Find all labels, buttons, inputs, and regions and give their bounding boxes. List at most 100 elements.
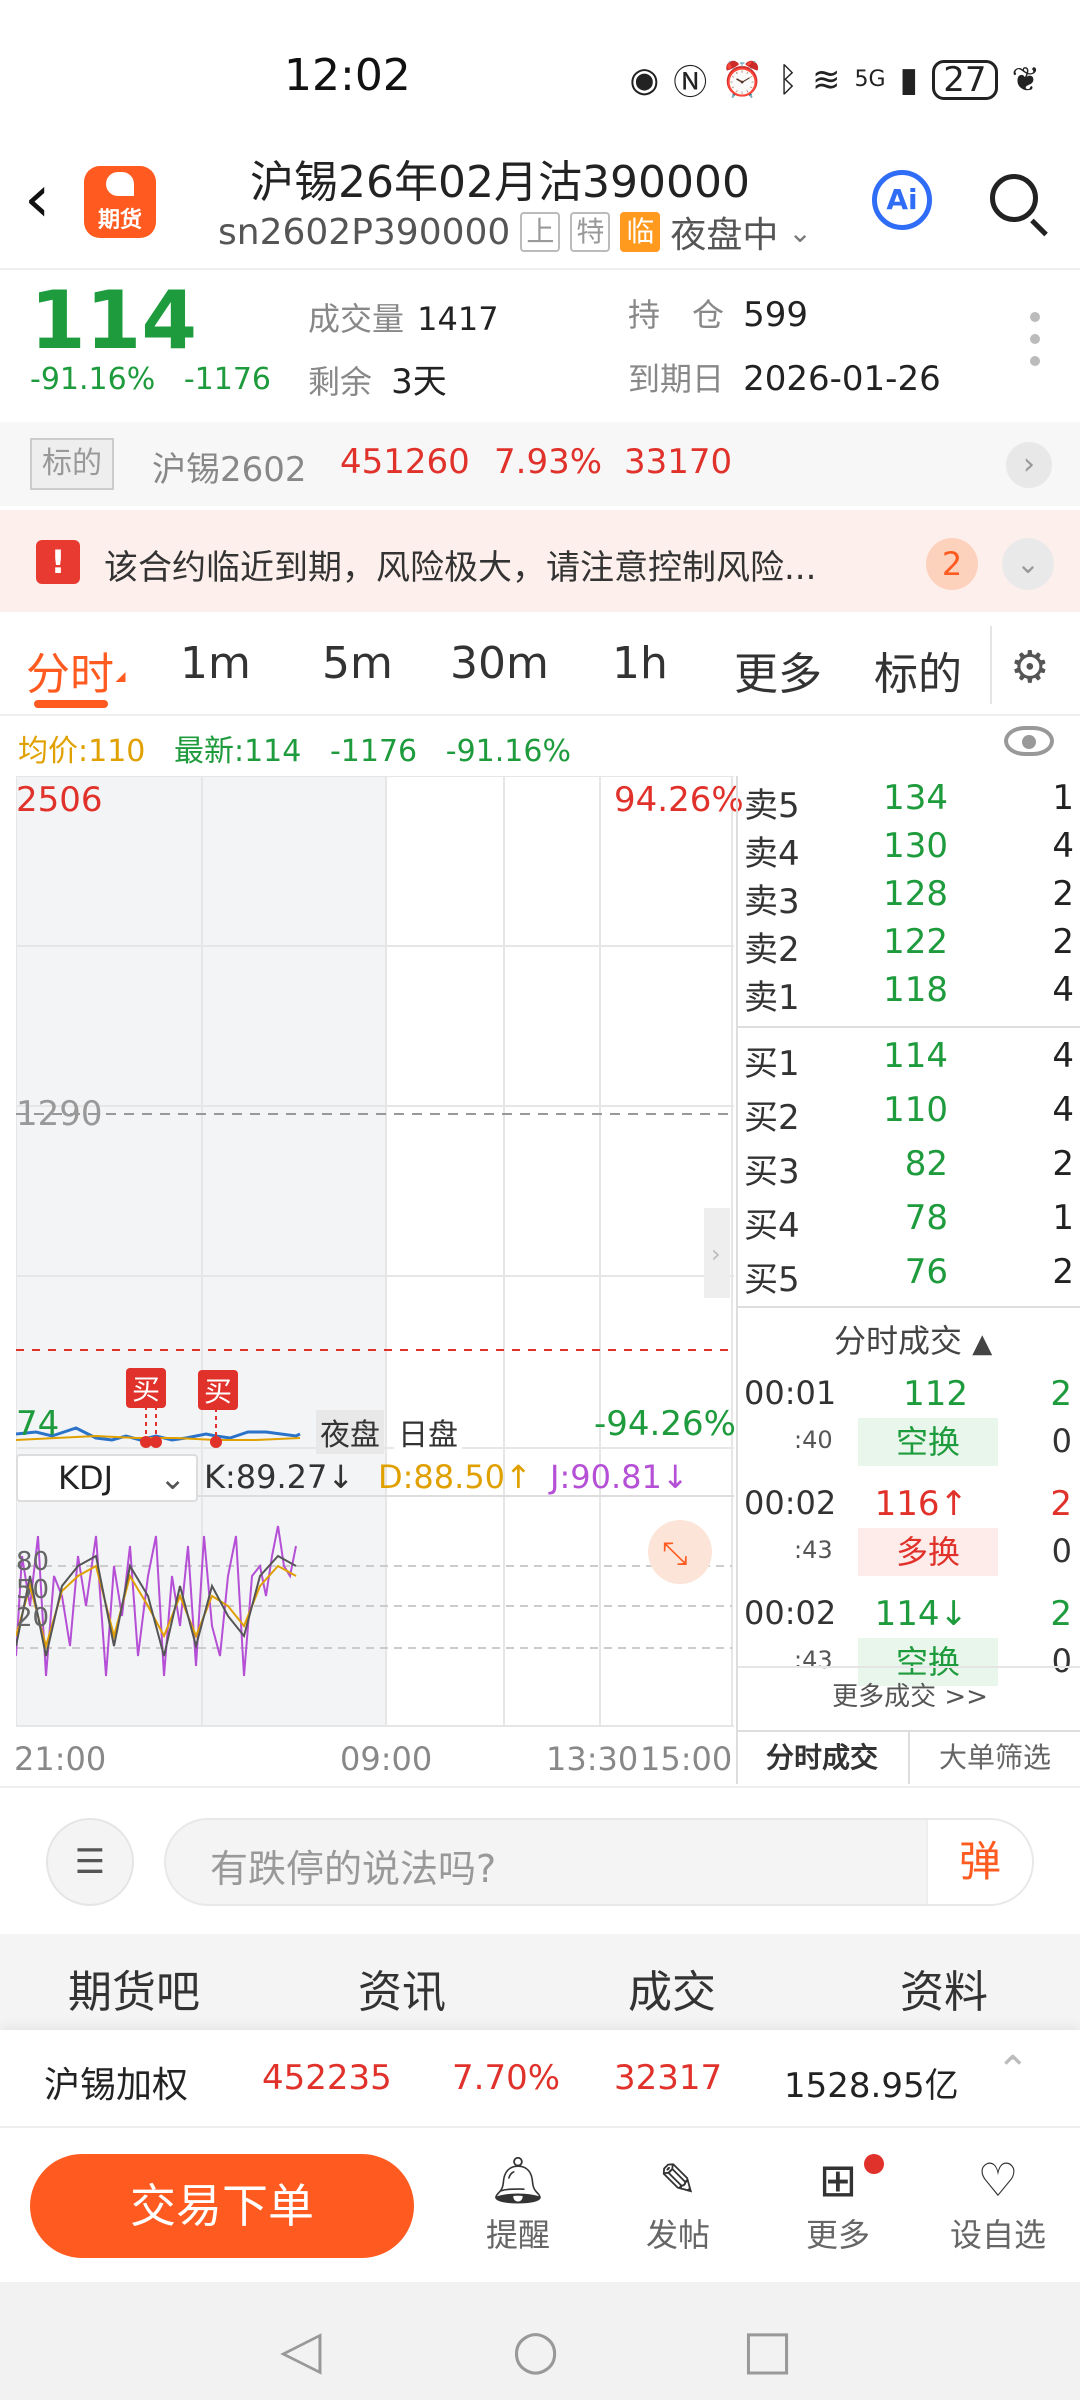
- chevron-right-icon: ›: [711, 1240, 721, 1268]
- divider: [738, 1306, 1080, 1308]
- tab-30m[interactable]: 30m: [450, 638, 549, 689]
- intraday-chart[interactable]: › ⤡ 2506 94.26% 1290 74 -94.26% 买 买 夜盘 日…: [15, 775, 744, 1732]
- tick-time: 00:01: [744, 1374, 837, 1412]
- level-label: 卖4: [744, 834, 800, 874]
- avg-price: 均价:110: [18, 734, 146, 769]
- divider: [738, 1026, 1080, 1028]
- filter-list-icon[interactable]: ☰: [46, 1818, 134, 1906]
- more-ticks-link[interactable]: 更多成交 >>: [738, 1676, 1080, 1713]
- system-nav-bar: ◁ ○ □: [0, 2282, 1080, 2400]
- day-session-label: 日盘: [394, 1410, 462, 1454]
- tick-qty: 2: [1050, 1484, 1072, 1524]
- tab-5m[interactable]: 5m: [322, 638, 393, 689]
- back-arrow-icon[interactable]: ‹: [24, 160, 50, 237]
- chart-tabs: 分时 1m 5m 30m 1h 更多 标的 ⚙: [0, 614, 1080, 716]
- buy-marker: 买: [126, 1368, 167, 1408]
- level-qty: 4: [1052, 1090, 1074, 1130]
- level-price: 128: [883, 874, 948, 914]
- price-change: -91.16% -1176: [30, 362, 271, 397]
- chevron-right-icon[interactable]: ›: [1006, 442, 1052, 488]
- tab-news[interactable]: 资讯: [358, 1956, 446, 2020]
- level-label: 卖2: [744, 930, 800, 970]
- volume-row: 成交量 1417: [308, 300, 499, 338]
- ticks-title[interactable]: 分时成交 ▲: [834, 1316, 992, 1362]
- level-qty: 4: [1052, 826, 1074, 866]
- chevron-down-icon[interactable]: ⌄: [1002, 538, 1054, 590]
- latest-price: 最新:114: [173, 734, 302, 769]
- tab-fenshi[interactable]: 分时: [26, 638, 114, 702]
- level-label: 买1: [744, 1044, 800, 1084]
- chart-bottom-pct: -94.26%: [594, 1404, 736, 1444]
- remind-button[interactable]: 🔔︎ 提醒: [458, 2150, 578, 2256]
- level-label: 卖5: [744, 786, 800, 826]
- level-price: 114: [883, 1036, 948, 1076]
- more-vertical-icon[interactable]: [1030, 312, 1040, 378]
- search-icon[interactable]: [990, 174, 1038, 222]
- tick-type-qty: 0: [1051, 1422, 1072, 1460]
- tag-lin: 临: [620, 212, 661, 252]
- tick-type-qty: 0: [1051, 1642, 1072, 1680]
- caret-up-icon: ▲: [972, 1329, 993, 1359]
- tab-profile[interactable]: 资料: [900, 1956, 988, 2020]
- tab-1m[interactable]: 1m: [180, 638, 251, 689]
- tab-more[interactable]: 更多: [734, 638, 822, 702]
- divider: [0, 268, 1080, 270]
- page-title: 沪锡26年02月沽390000: [250, 157, 750, 208]
- order-book: 卖5 134 1 卖4 130 4 卖3 128 2 卖2 122 2 卖1 118 4 买1 114 4 买2 1…: [736, 776, 1080, 1784]
- tab-1h[interactable]: 1h: [612, 638, 668, 689]
- weighted-index-bar[interactable]: 沪锡加权 452235 7.70% 32317 1528.95亿 ⌃: [0, 2030, 1080, 2126]
- level-price: 122: [883, 922, 948, 962]
- tab-caret-icon: [115, 672, 131, 687]
- tick-price: 112: [903, 1374, 968, 1414]
- leaf-icon: ❦: [1011, 59, 1041, 100]
- tab-trades[interactable]: 成交: [628, 1956, 716, 2020]
- gear-icon[interactable]: ⚙: [1010, 642, 1049, 693]
- eye-icon[interactable]: [1004, 726, 1054, 756]
- level-price: 82: [904, 1144, 948, 1184]
- underlying-name: 沪锡2602: [152, 450, 307, 490]
- nav-home-icon[interactable]: ○: [512, 2318, 559, 2381]
- contract-subtitle[interactable]: sn2602P390000 上 特 临 夜盘中 ⌄: [218, 206, 812, 258]
- signal-icon: ▮: [899, 59, 919, 100]
- risk-warning-banner[interactable]: ! 该合约临近到期，风险极大，请注意控制风险... 2 ⌄: [0, 510, 1080, 612]
- alarm-icon: ⏰: [721, 59, 764, 100]
- contract-code: sn2602P390000: [218, 211, 511, 253]
- chevron-up-icon[interactable]: ⌃: [996, 2048, 1030, 2094]
- ai-button[interactable]: Ai: [872, 170, 932, 230]
- tab-fenshi-chengjiao[interactable]: 分时成交: [736, 1732, 908, 1784]
- night-session-label: 夜盘: [316, 1410, 384, 1454]
- tag-shang: 上: [520, 212, 561, 252]
- section-tabs: 期货吧 资讯 成交 资料: [0, 1934, 1080, 2030]
- comment-input-row: ☰ 有跌停的说法吗? 弹: [0, 1786, 1080, 1936]
- level-price: 110: [883, 1090, 948, 1130]
- tick-qty: 2: [1050, 1374, 1072, 1414]
- nav-back-icon[interactable]: ◁: [280, 2318, 322, 2381]
- comment-input[interactable]: 有跌停的说法吗? 弹: [164, 1818, 1034, 1906]
- more-button[interactable]: ⊞ 更多: [778, 2150, 898, 2256]
- warning-count-badge: 2: [926, 538, 978, 590]
- add-watchlist-button[interactable]: ♡ 设自选: [938, 2150, 1058, 2256]
- tab-futures-bar[interactable]: 期货吧: [68, 1956, 200, 2020]
- trade-order-button[interactable]: 交易下单: [30, 2154, 414, 2258]
- kdj-header: KDJ ⌄ K:89.27↓ D:88.50↑ J:90.81↓: [16, 1454, 734, 1504]
- nav-recent-icon[interactable]: □: [742, 2318, 793, 2381]
- underlying-bar[interactable]: 标的 沪锡2602 451260 7.93% 33170 ›: [0, 422, 1080, 506]
- post-button[interactable]: ✎ 发帖: [618, 2150, 738, 2256]
- index-pct: 7.70%: [452, 2058, 561, 2098]
- level-price: 78: [904, 1198, 948, 1238]
- logo-bolt-icon: [106, 172, 134, 196]
- status-time: 12:02: [284, 50, 411, 101]
- tick-time: 00:02: [744, 1484, 837, 1522]
- chart-mid-price: 1290: [16, 1094, 103, 1134]
- nfc-icon: Ⓝ: [673, 63, 708, 103]
- indicator-select[interactable]: KDJ ⌄: [16, 1454, 198, 1502]
- header: ‹ 期货 沪锡26年02月沽390000 sn2602P390000 上 特 临…: [0, 140, 1080, 270]
- last-price: 114: [30, 274, 197, 367]
- danmu-button[interactable]: 弹: [926, 1820, 1032, 1904]
- tab-big-order-filter[interactable]: 大单筛选: [908, 1732, 1080, 1784]
- tab-underlying[interactable]: 标的: [874, 638, 962, 702]
- level-qty: 1: [1052, 778, 1074, 818]
- tab-indicator: [34, 700, 108, 708]
- chevron-down-icon: ⌄: [159, 1459, 186, 1497]
- bell-icon: 🔔︎: [488, 2153, 548, 2207]
